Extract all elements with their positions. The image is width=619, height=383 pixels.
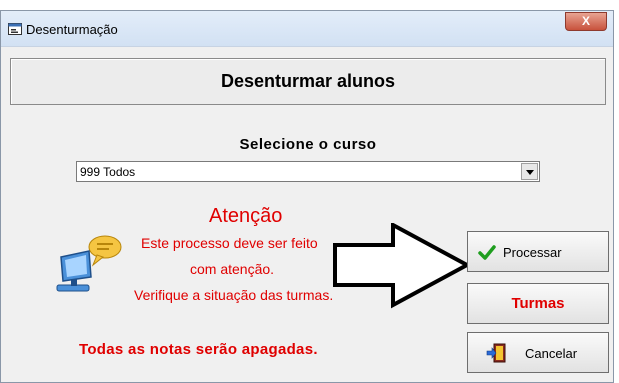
arrow-right-icon — [333, 223, 472, 309]
page-title: Desenturmar alunos — [220, 71, 396, 91]
course-label: Selecione o curso — [239, 136, 377, 153]
process-button-label: Processar — [503, 245, 562, 260]
process-button[interactable]: Processar — [467, 231, 609, 272]
header-panel: Desenturmar alunos — [10, 58, 606, 105]
course-select-value: 999 Todos — [80, 165, 136, 179]
form-icon — [8, 23, 22, 35]
warning-line-1: Este processo deve ser feito — [141, 235, 318, 251]
title-bar[interactable]: Desenturmação X — [1, 11, 613, 47]
exit-door-icon — [486, 343, 506, 363]
cancel-button-label: Cancelar — [525, 346, 578, 361]
classes-button-label: Turmas — [511, 295, 565, 312]
chevron-down-icon[interactable] — [521, 163, 538, 180]
warning-title: Atenção — [209, 205, 283, 227]
notes-warning: Todas as notas serão apagadas. — [79, 341, 318, 358]
course-select[interactable]: 999 Todos — [76, 161, 540, 182]
close-button[interactable]: X — [565, 12, 607, 31]
warning-line-2: com atenção. — [190, 261, 275, 277]
cancel-button[interactable]: Cancelar — [467, 332, 609, 373]
window-title: Desenturmação — [26, 22, 118, 37]
dialog-window: Desenturmação X Desenturmar alunos Selec… — [0, 10, 614, 383]
computer-speech-icon — [56, 235, 122, 292]
checkmark-icon — [478, 245, 496, 260]
warning-line-3: Verifique a situação das turmas. — [134, 287, 334, 303]
classes-button[interactable]: Turmas — [467, 283, 609, 324]
